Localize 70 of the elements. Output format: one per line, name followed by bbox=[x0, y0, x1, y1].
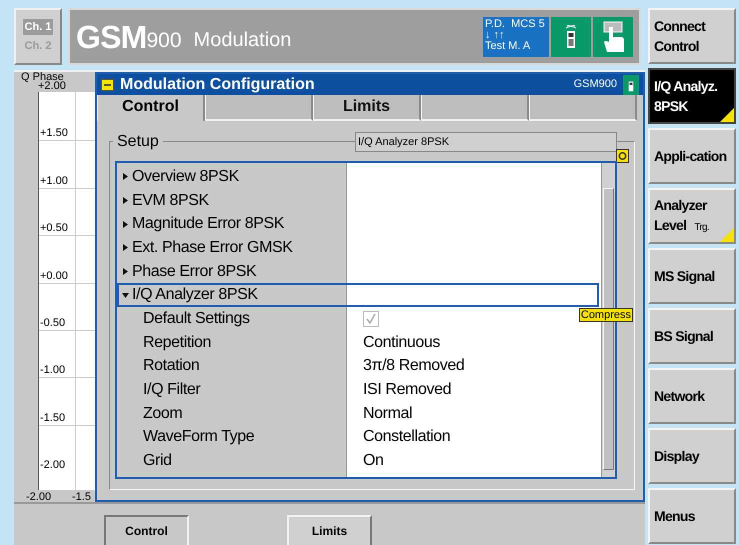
tree-item[interactable]: Magnitude Error 8PSK bbox=[117, 212, 599, 236]
setting-label: Default Settings bbox=[142, 308, 251, 329]
setting-value[interactable]: Normal bbox=[363, 402, 412, 426]
tree-item[interactable]: I/Q Analyzer 8PSK bbox=[117, 283, 599, 308]
dialog-title: Modulation Configuration bbox=[120, 74, 315, 94]
y-tick-label: -0.50 bbox=[40, 318, 66, 329]
bottom-tab[interactable]: Limits bbox=[287, 515, 372, 545]
setting-value[interactable]: ISI Removed bbox=[363, 378, 452, 402]
x-tick-label: -1.5 bbox=[72, 492, 91, 503]
softkey-button[interactable]: Network bbox=[648, 368, 736, 424]
tree-item[interactable]: Ext. Phase Error GMSK bbox=[117, 236, 599, 260]
y-tick-label: +0.00 bbox=[40, 270, 68, 282]
setting-value[interactable]: Continuous bbox=[363, 330, 440, 355]
tree-item-label: Phase Error 8PSK bbox=[132, 262, 256, 282]
softkey-button[interactable]: MS Signal bbox=[648, 248, 736, 304]
setting-label: Repetition bbox=[142, 332, 212, 353]
softkey-button[interactable]: Display bbox=[648, 428, 736, 484]
caret-down-icon[interactable] bbox=[122, 292, 129, 299]
y-tick-label: +0.50 bbox=[40, 223, 68, 234]
status-text: ↓ ↑↑ bbox=[485, 30, 506, 40]
y-tick-label: +1.50 bbox=[40, 128, 68, 140]
tree-item[interactable]: Overview 8PSK bbox=[117, 165, 599, 189]
tree-item-label: Magnitude Error 8PSK bbox=[132, 214, 284, 234]
y-tick-label: +1.00 bbox=[40, 176, 68, 187]
minimize-icon[interactable] bbox=[101, 78, 114, 90]
softkey-button[interactable]: Connect Control bbox=[648, 8, 736, 64]
standard-label: GSM900 bbox=[574, 77, 617, 92]
caret-right-icon[interactable] bbox=[122, 244, 129, 252]
status-text: Test M. A bbox=[485, 40, 532, 52]
softkey-button[interactable]: BS Signal bbox=[648, 308, 736, 364]
checkbox[interactable] bbox=[363, 310, 379, 327]
tree-item-label: I/Q Analyzer 8PSK bbox=[132, 285, 258, 306]
status-text: P.D. MCS 5 bbox=[485, 18, 546, 30]
caret-right-icon[interactable] bbox=[122, 173, 129, 180]
compress-badge[interactable]: Compress bbox=[578, 308, 633, 322]
y-tick-label: +2.00 bbox=[38, 81, 66, 92]
softkey-button[interactable]: Appli-cation bbox=[648, 128, 736, 184]
checkmark-icon bbox=[365, 312, 377, 325]
setting-value[interactable]: 3π/8 Removed bbox=[363, 354, 464, 378]
caret-right-icon[interactable] bbox=[122, 268, 129, 276]
tree-item[interactable]: EVM 8PSK bbox=[117, 188, 599, 212]
tree-item-label: EVM 8PSK bbox=[132, 190, 209, 211]
y-tick-label: -2.00 bbox=[40, 460, 66, 472]
band-title: 900 bbox=[146, 28, 182, 54]
softkey-button[interactable]: Analyzer Level Trg. bbox=[648, 188, 736, 244]
dialog-tab[interactable]: Control bbox=[97, 95, 205, 121]
mode-title: Modulation bbox=[194, 28, 292, 52]
setting-label: Zoom bbox=[142, 404, 184, 424]
setting-label: WaveForm Type bbox=[142, 427, 256, 448]
setting-label: Rotation bbox=[142, 356, 200, 376]
tree-item[interactable]: Phase Error 8PSK bbox=[117, 260, 599, 284]
caret-right-icon[interactable] bbox=[122, 197, 129, 204]
setting-label: I/Q Filter bbox=[142, 380, 202, 400]
dialog-tab[interactable]: Limits bbox=[313, 95, 421, 121]
softkey-button[interactable]: Menus bbox=[648, 488, 736, 544]
bottom-tab[interactable]: Control bbox=[104, 515, 189, 545]
softkey-button[interactable]: I/Q Analyz. 8PSK bbox=[648, 68, 736, 124]
mobile-phone-icon bbox=[564, 24, 578, 48]
caret-right-icon[interactable] bbox=[122, 220, 129, 228]
y-tick-label: -1.00 bbox=[40, 365, 66, 376]
tree-item-label: Ext. Phase Error GMSK bbox=[132, 238, 293, 258]
setting-value[interactable]: Constellation bbox=[363, 425, 450, 450]
axis-label: Q Phase bbox=[21, 72, 64, 83]
standard-title: GSM bbox=[76, 18, 146, 56]
setting-label: Grid bbox=[142, 451, 173, 472]
setup-field[interactable]: I/Q Analyzer 8PSK bbox=[355, 132, 617, 152]
x-tick-label: -2.00 bbox=[26, 492, 52, 503]
setting-value[interactable]: On bbox=[363, 449, 384, 474]
y-tick-label: -1.50 bbox=[40, 412, 66, 424]
tree-item-label: Overview 8PSK bbox=[132, 166, 239, 187]
